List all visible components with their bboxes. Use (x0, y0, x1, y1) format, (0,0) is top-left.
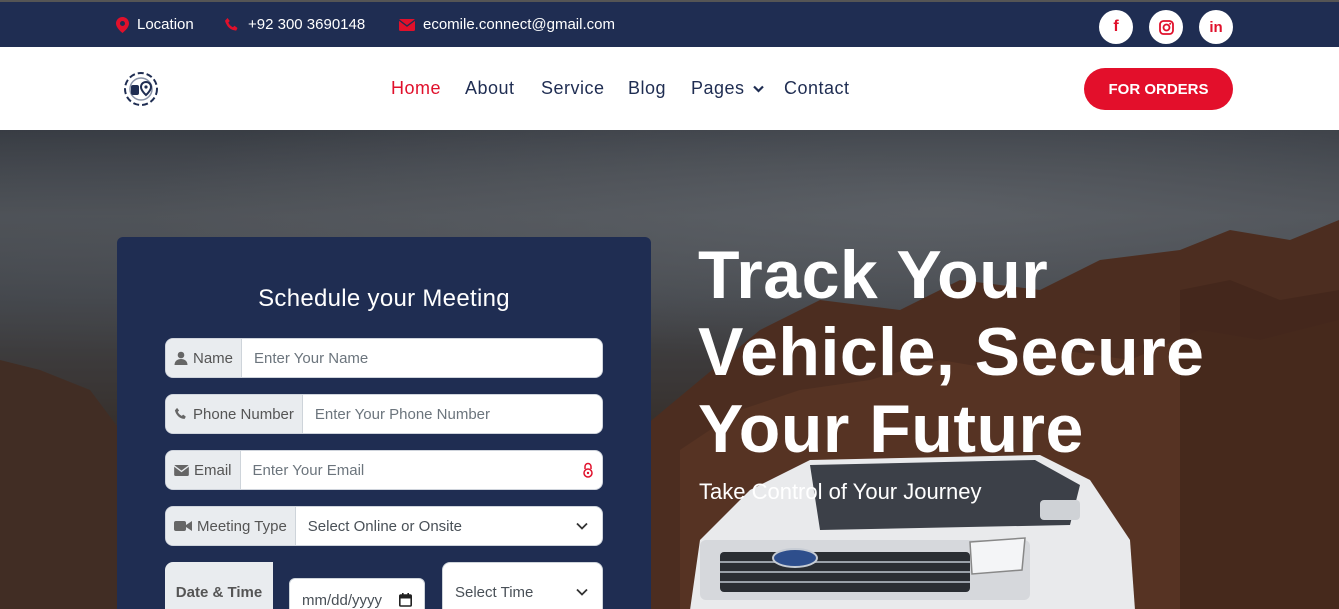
email-label-text: Email (194, 461, 232, 479)
phone-text: +92 300 3690148 (248, 16, 366, 33)
logo-icon (124, 72, 158, 106)
facebook-icon: f (1113, 18, 1119, 35)
meeting-type-select[interactable]: Select Online or Onsite (296, 507, 602, 545)
nav-about[interactable]: About (465, 78, 515, 99)
password-manager-lock[interactable] (582, 451, 602, 489)
phone-field-label: Phone Number (166, 395, 303, 433)
meeting-type-label-text: Meeting Type (197, 517, 287, 535)
envelope-icon (174, 464, 189, 476)
video-camera-icon (174, 521, 192, 531)
date-time-label: Date & Time (165, 562, 273, 609)
hero-headline-line-3: Your Future (698, 391, 1084, 467)
main-navbar: Home About Service Blog Pages Contact FO… (0, 47, 1339, 130)
email-field-label: Email (166, 451, 241, 489)
name-field-label: Name (166, 339, 243, 377)
name-field: Name (165, 338, 603, 378)
for-orders-button[interactable]: FOR ORDERS (1084, 68, 1233, 110)
schedule-meeting-form: Schedule your Meeting Name Phone Number … (117, 237, 651, 609)
nav-contact[interactable]: Contact (784, 78, 850, 99)
linkedin-link[interactable]: in (1199, 10, 1233, 44)
nav-blog[interactable]: Blog (628, 78, 666, 99)
phone-label-text: Phone Number (193, 405, 294, 423)
map-pin-icon (116, 16, 129, 33)
phone-input[interactable] (302, 395, 602, 433)
instagram-icon (1158, 19, 1174, 35)
linkedin-icon: in (1209, 18, 1223, 36)
chevron-down-icon (752, 85, 764, 93)
phone-info[interactable]: +92 300 3690148 (224, 16, 365, 33)
envelope-icon (399, 18, 415, 31)
instagram-link[interactable] (1149, 10, 1183, 44)
calendar-icon[interactable] (399, 593, 412, 607)
nav-pages-label: Pages (691, 78, 745, 98)
email-input[interactable] (240, 451, 582, 489)
lock-icon (583, 462, 593, 478)
hero-headline-line-2: Vehicle, Secure (698, 314, 1205, 390)
hero-headline: Track Your Vehicle, Secure Your Future (698, 237, 1204, 468)
phone-icon (174, 407, 186, 419)
email-info[interactable]: ecomile.connect@gmail.com (399, 16, 615, 33)
nav-service[interactable]: Service (541, 78, 605, 99)
hero-subheadline: Take Control of Your Journey (699, 479, 982, 504)
meeting-type-value: Select Online or Onsite (307, 517, 463, 535)
chevron-down-icon (576, 588, 588, 596)
date-placeholder: mm/dd/yyyy (302, 591, 383, 609)
chevron-down-icon (576, 522, 588, 530)
meeting-type-field: Meeting Type Select Online or Onsite (165, 506, 603, 546)
date-input[interactable]: mm/dd/yyyy (289, 578, 425, 609)
form-title: Schedule your Meeting (258, 285, 510, 312)
name-label-text: Name (193, 349, 234, 367)
email-text: ecomile.connect@gmail.com (423, 16, 615, 33)
name-input[interactable] (242, 339, 602, 377)
hero-headline-line-1: Track Your (698, 237, 1049, 313)
location-text: Location (137, 16, 194, 33)
nav-pages[interactable]: Pages (691, 78, 764, 99)
hero-section: Schedule your Meeting Name Phone Number … (0, 130, 1339, 609)
meeting-type-label: Meeting Type (166, 507, 296, 545)
nav-home[interactable]: Home (391, 78, 441, 99)
time-select[interactable]: Select Time (442, 562, 603, 609)
facebook-link[interactable]: f (1099, 10, 1133, 44)
location-info[interactable]: Location (116, 16, 194, 33)
email-field: Email (165, 450, 603, 490)
phone-field: Phone Number (165, 394, 603, 434)
phone-icon (225, 17, 238, 31)
top-info-bar: Location +92 300 3690148 ecomile.connect… (0, 0, 1339, 47)
user-icon (174, 351, 188, 365)
time-select-value: Select Time (455, 583, 534, 601)
brand-logo[interactable] (122, 70, 160, 108)
